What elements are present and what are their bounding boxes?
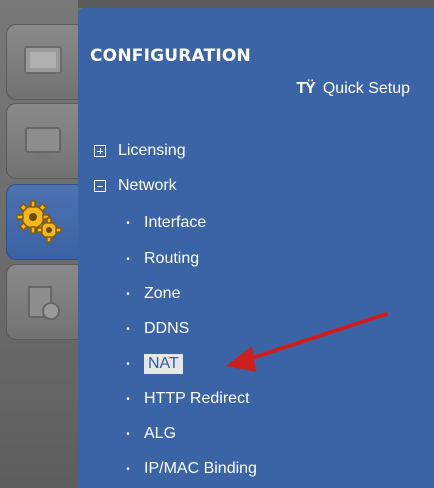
nav-item-label: Interface — [144, 214, 207, 231]
top-strip — [78, 0, 434, 8]
configuration-tab[interactable] — [6, 184, 80, 260]
gears-icon — [16, 200, 62, 243]
sidebar — [0, 0, 80, 488]
monitor-icon — [24, 46, 62, 74]
maintenance-tab[interactable] — [6, 264, 78, 340]
nav-item-ddns[interactable]: • DDNS — [122, 318, 189, 340]
configuration-panel: CONFIGURATION TŸ Quick Setup Licensing N… — [78, 8, 434, 488]
bullet-icon: • — [126, 217, 130, 229]
quick-setup-label: Quick Setup — [322, 80, 410, 97]
quick-setup-link[interactable]: TŸ Quick Setup — [296, 80, 410, 98]
nav-item-label: NAT — [144, 354, 183, 374]
nav-item-nat[interactable]: • NAT — [122, 353, 183, 375]
bullet-icon: • — [126, 463, 130, 475]
maintenance-icon — [28, 286, 60, 320]
tools-icon: TŸ — [296, 80, 315, 97]
panel-title: CONFIGURATION — [90, 46, 251, 66]
bullet-icon: • — [126, 288, 130, 300]
bullet-icon: • — [126, 393, 130, 405]
nav-item-label: IP/MAC Binding — [144, 460, 257, 477]
bullet-icon: • — [126, 253, 130, 265]
tree-item-label: Licensing — [118, 142, 186, 159]
dashboard-tab[interactable] — [6, 103, 78, 179]
bullet-icon: • — [126, 323, 130, 335]
expand-icon[interactable] — [94, 145, 106, 157]
nav-item-label: Routing — [144, 250, 200, 267]
nav-item-routing[interactable]: • Routing — [122, 248, 199, 270]
nav-item-label: Zone — [144, 285, 181, 302]
monitor-tab[interactable] — [6, 24, 78, 100]
bullet-icon: • — [126, 358, 130, 370]
tree-item-licensing[interactable]: Licensing — [94, 140, 186, 162]
tree-item-label: Network — [118, 177, 177, 194]
nav-item-interface[interactable]: • Interface — [122, 212, 206, 234]
nav-item-zone[interactable]: • Zone — [122, 283, 180, 305]
nav-item-label: ALG — [144, 425, 177, 442]
nav-item-alg[interactable]: • ALG — [122, 423, 176, 445]
collapse-icon[interactable] — [94, 180, 106, 192]
bullet-icon: • — [126, 428, 130, 440]
nav-item-label: HTTP Redirect — [144, 390, 250, 407]
nav-item-ip-mac-binding[interactable]: • IP/MAC Binding — [122, 458, 257, 480]
tree-item-network[interactable]: Network — [94, 175, 177, 197]
nav-item-label: DDNS — [144, 320, 190, 337]
display-icon — [25, 127, 61, 159]
nav-item-http-redirect[interactable]: • HTTP Redirect — [122, 388, 250, 410]
